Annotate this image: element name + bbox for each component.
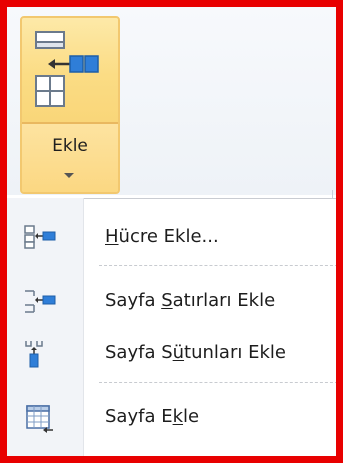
- insert-sheet-rows-icon: [25, 290, 56, 313]
- ekle-button-dropdown[interactable]: Ekle: [22, 124, 118, 192]
- menu-item-insert-sheet-columns[interactable]: Sayfa Sütunları Ekle: [7, 328, 343, 378]
- insert-cells-icon: [24, 225, 56, 249]
- menu-item-insert-sheet[interactable]: Sayfa Ekle: [7, 392, 343, 442]
- menu-item-label: Sayfa Sütunları Ekle: [105, 342, 286, 363]
- menu-item-label: Hücre Ekle...: [105, 226, 219, 247]
- insert-sheet-icon: [26, 405, 53, 433]
- chevron-down-icon: [64, 173, 74, 178]
- ekle-button-main[interactable]: [22, 18, 118, 124]
- insert-sheet-columns-icon: [25, 341, 43, 368]
- menu-item-label: Sayfa Ekle: [105, 406, 200, 427]
- menu-separator: [99, 382, 343, 383]
- menu-item-label: Sayfa Satırları Ekle: [105, 290, 276, 311]
- ekle-button-label: Ekle: [52, 136, 88, 156]
- ekle-dropdown-menu: Hücre Ekle... Sayfa Satırları Ekle Sayfa…: [7, 198, 343, 456]
- menu-separator: [99, 265, 343, 266]
- insert-cells-icon: [35, 31, 99, 107]
- menu-item-insert-sheet-rows[interactable]: Sayfa Satırları Ekle: [7, 276, 343, 326]
- ekle-split-button[interactable]: Ekle: [20, 16, 120, 194]
- menu-item-insert-cells[interactable]: Hücre Ekle...: [7, 212, 343, 262]
